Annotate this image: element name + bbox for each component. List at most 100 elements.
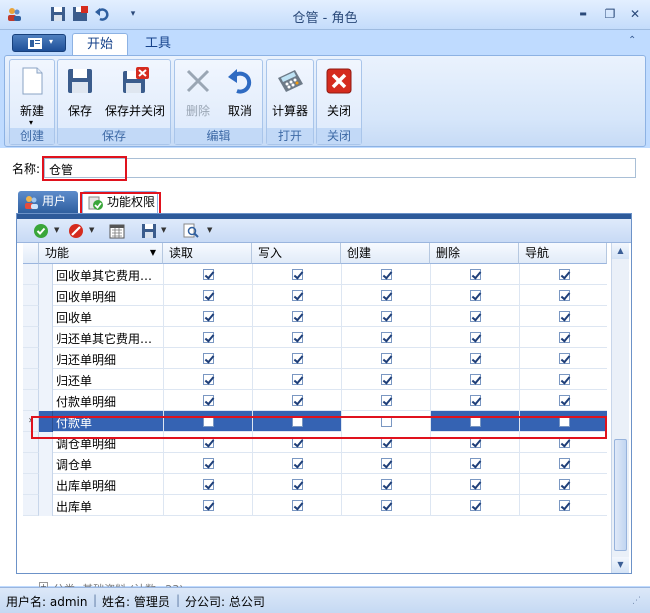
navigate-checkbox[interactable] — [559, 395, 570, 406]
navigate-checkbox[interactable] — [559, 374, 570, 385]
row-indicator[interactable] — [23, 306, 39, 327]
tab-start[interactable]: 开始 — [72, 33, 128, 56]
create-checkbox[interactable] — [381, 479, 392, 490]
function-name-cell[interactable]: 调仓单 — [56, 456, 156, 473]
table-row[interactable]: 归还单明细 — [39, 348, 607, 369]
write-checkbox[interactable] — [292, 374, 303, 385]
grid-save-dropdown-icon[interactable]: ▼ — [161, 226, 166, 234]
function-name-cell[interactable]: 付款单 — [56, 414, 156, 431]
save-button[interactable]: 保存 — [62, 62, 98, 128]
row-indicator[interactable] — [23, 348, 39, 369]
function-name-cell[interactable]: 归还单其它费用… — [56, 330, 156, 347]
read-checkbox[interactable] — [203, 332, 214, 343]
column-header-delete[interactable]: 删除 — [430, 243, 519, 264]
name-field[interactable]: 仓管 — [44, 158, 636, 178]
table-row[interactable]: 回收单其它费用… — [39, 264, 607, 285]
table-row[interactable]: 调仓单 — [39, 453, 607, 474]
read-checkbox[interactable] — [203, 374, 214, 385]
close-button[interactable]: 关闭 — [319, 62, 359, 128]
find-dropdown-icon[interactable]: ▼ — [207, 226, 212, 234]
scroll-down-icon[interactable]: ▼ — [612, 557, 629, 573]
delete-checkbox[interactable] — [470, 332, 481, 343]
navigate-checkbox[interactable] — [559, 437, 570, 448]
row-indicator[interactable] — [23, 327, 39, 348]
delete-checkbox[interactable] — [470, 269, 481, 280]
delete-checkbox[interactable] — [470, 458, 481, 469]
read-checkbox[interactable] — [203, 437, 214, 448]
function-name-cell[interactable]: 回收单其它费用… — [56, 267, 156, 284]
navigate-checkbox[interactable] — [559, 416, 570, 427]
delete-checkbox[interactable] — [470, 353, 481, 364]
vertical-scrollbar[interactable]: ▲ ▼ — [611, 243, 629, 573]
create-checkbox[interactable] — [381, 332, 392, 343]
write-checkbox[interactable] — [292, 332, 303, 343]
function-name-cell[interactable]: 出库单 — [56, 498, 156, 515]
delete-checkbox[interactable] — [470, 311, 481, 322]
row-indicator[interactable] — [23, 495, 39, 516]
column-header-read[interactable]: 读取 — [163, 243, 252, 264]
check-all-dropdown-icon[interactable]: ▼ — [54, 226, 59, 234]
function-name-cell[interactable]: 归还单明细 — [56, 351, 156, 368]
delete-checkbox[interactable] — [470, 500, 481, 511]
navigate-checkbox[interactable] — [559, 332, 570, 343]
create-checkbox[interactable] — [381, 353, 392, 364]
resize-grip-icon[interactable]: ⋰ — [632, 596, 641, 606]
row-indicator[interactable] — [23, 264, 39, 285]
close-window-button[interactable]: ✕ — [622, 4, 648, 24]
read-checkbox[interactable] — [203, 458, 214, 469]
write-checkbox[interactable] — [292, 311, 303, 322]
grid-save-icon[interactable] — [141, 223, 157, 239]
delete-checkbox[interactable] — [470, 437, 481, 448]
read-checkbox[interactable] — [203, 290, 214, 301]
function-name-cell[interactable]: 回收单明细 — [56, 288, 156, 305]
table-row[interactable]: 归还单其它费用… — [39, 327, 607, 348]
read-checkbox[interactable] — [203, 500, 214, 511]
create-checkbox[interactable] — [381, 416, 392, 427]
tab-permissions[interactable]: 功能权限 — [82, 191, 158, 213]
scroll-thumb[interactable] — [614, 439, 627, 551]
table-row[interactable]: 回收单 — [39, 306, 607, 327]
create-checkbox[interactable] — [381, 374, 392, 385]
cancel-button[interactable]: 取消 — [221, 62, 259, 128]
read-checkbox[interactable] — [203, 416, 214, 427]
column-header-navigate[interactable]: 导航 — [519, 243, 607, 264]
find-icon[interactable] — [183, 223, 199, 239]
write-checkbox[interactable] — [292, 290, 303, 301]
tab-tools[interactable]: 工具 — [132, 33, 184, 56]
delete-checkbox[interactable] — [470, 374, 481, 385]
function-name-cell[interactable]: 回收单 — [56, 309, 156, 326]
navigate-checkbox[interactable] — [559, 500, 570, 511]
function-name-cell[interactable]: 归还单 — [56, 372, 156, 389]
create-checkbox[interactable] — [381, 458, 392, 469]
write-checkbox[interactable] — [292, 458, 303, 469]
write-checkbox[interactable] — [292, 500, 303, 511]
table-row[interactable]: 出库单明细 — [39, 474, 607, 495]
calculator-button[interactable]: 计算器 — [269, 62, 311, 128]
navigate-checkbox[interactable] — [559, 311, 570, 322]
write-checkbox[interactable] — [292, 353, 303, 364]
write-checkbox[interactable] — [292, 437, 303, 448]
row-indicator[interactable] — [23, 369, 39, 390]
write-checkbox[interactable] — [292, 479, 303, 490]
save-and-close-button[interactable]: 保存并关闭 — [102, 62, 168, 128]
row-indicator[interactable] — [23, 432, 39, 453]
row-indicator[interactable] — [23, 390, 39, 411]
filter-icon[interactable]: ▼ — [150, 243, 156, 263]
delete-checkbox[interactable] — [470, 479, 481, 490]
check-all-icon[interactable] — [33, 223, 49, 239]
ribbon-collapse-icon[interactable]: ⌃ — [628, 35, 636, 46]
navigate-checkbox[interactable] — [559, 479, 570, 490]
read-checkbox[interactable] — [203, 311, 214, 322]
create-checkbox[interactable] — [381, 500, 392, 511]
restore-button[interactable]: ❐ — [597, 4, 623, 24]
uncheck-all-icon[interactable] — [68, 223, 84, 239]
delete-button[interactable]: 删除 — [179, 62, 217, 128]
uncheck-all-dropdown-icon[interactable]: ▼ — [89, 226, 94, 234]
column-header-function[interactable]: 功能 ▼ — [39, 243, 163, 264]
read-checkbox[interactable] — [203, 269, 214, 280]
column-header-write[interactable]: 写入 — [252, 243, 341, 264]
delete-checkbox[interactable] — [470, 290, 481, 301]
navigate-checkbox[interactable] — [559, 269, 570, 280]
scroll-up-icon[interactable]: ▲ — [612, 243, 629, 259]
minimize-button[interactable]: ▬ — [570, 4, 596, 24]
